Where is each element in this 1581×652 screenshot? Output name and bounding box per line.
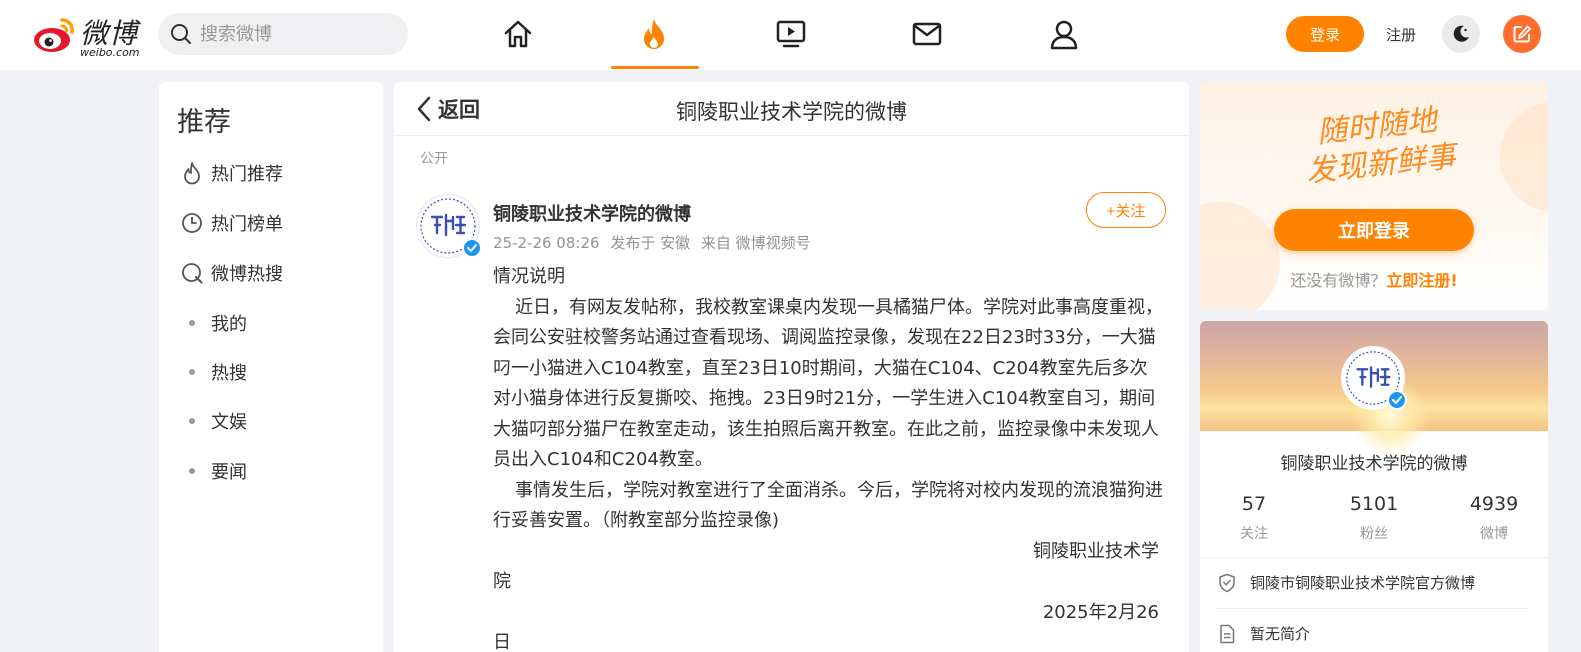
user-icon — [1050, 20, 1078, 50]
hot-flame-icon — [644, 19, 664, 49]
stat-number: 57 — [1241, 493, 1267, 515]
stat-label: 粉丝 — [1360, 526, 1388, 542]
sidebar-item-hot-search[interactable]: 微博热搜 — [179, 258, 283, 288]
post-paragraph: 近日，有网友发帖称，我校教室课桌内发现一具橘猫尸体。学院对此事高度重视，会同公安… — [493, 296, 1163, 471]
author-avatar[interactable] — [416, 194, 482, 258]
moon-icon — [1453, 25, 1469, 42]
verified-badge — [462, 238, 482, 258]
sidebar-item-label: 热门推荐 — [211, 164, 283, 185]
flame-outline-icon — [184, 162, 200, 185]
decor-blob — [1500, 102, 1548, 212]
nav-profile[interactable] — [1044, 14, 1084, 54]
page-title: 铜陵职业技术学院的微博 — [676, 100, 907, 124]
check-icon — [1392, 396, 1402, 404]
sidebar-item-mine[interactable]: 我的 — [179, 308, 247, 338]
stat-followers[interactable]: 5101 粉丝 — [1324, 493, 1424, 543]
decor-blob — [1200, 202, 1280, 310]
bullet-dot — [189, 369, 195, 375]
sidebar-item-label: 热搜 — [211, 363, 247, 384]
check-icon — [467, 244, 477, 252]
search-circle-icon — [182, 263, 203, 284]
stat-posts[interactable]: 4939 微博 — [1444, 493, 1544, 543]
post-signature: 铜陵职业技术学 — [1033, 540, 1159, 562]
stat-number: 4939 — [1469, 493, 1519, 515]
document-icon — [1220, 624, 1235, 643]
bullet-dot — [189, 320, 195, 326]
post-meta: 25-2-26 08:26 发布于 安徽 来自 微博视频号 — [493, 232, 817, 253]
weibo-eye-logo-icon — [34, 18, 74, 52]
bullet-dot — [189, 418, 195, 424]
profile-avatar[interactable] — [1341, 346, 1407, 410]
author-name[interactable]: 铜陵职业技术学院的微博 — [493, 200, 691, 226]
sidebar-item-label: 要闻 — [211, 462, 247, 483]
register-now-link[interactable]: 立即注册! — [1386, 271, 1457, 290]
register-link[interactable]: 注册 — [1386, 24, 1416, 45]
sidebar-item-entertainment[interactable]: 文娱 — [179, 406, 247, 436]
post-detail-header: 返回 铜陵职业技术学院的微博 — [394, 82, 1189, 136]
clock-icon — [182, 213, 202, 233]
profile-card: 铜陵职业技术学院的微博 57 关注 5101 粉丝 4939 微博 铜陵市铜陵职… — [1200, 321, 1548, 652]
stat-label: 关注 — [1240, 526, 1268, 542]
divider — [1200, 557, 1548, 558]
post-signature-wrap: 院 — [493, 571, 511, 592]
stat-following[interactable]: 57 关注 — [1204, 493, 1304, 543]
dark-mode-button[interactable] — [1442, 15, 1480, 53]
left-sidebar: 推荐 热门推荐 热门榜单 微博热搜 我的 热搜 文娱 要闻 — [159, 82, 383, 652]
stat-number: 5101 — [1349, 493, 1399, 515]
sidebar-title: 推荐 — [177, 107, 231, 138]
post-source: 来自 微博视频号 — [700, 234, 811, 252]
search-box[interactable] — [158, 13, 408, 55]
post-date: 2025年2月26 — [1042, 601, 1159, 623]
post-heading: 情况说明 — [493, 266, 565, 287]
search-input[interactable] — [200, 23, 390, 45]
login-now-button[interactable]: 立即登录 — [1274, 209, 1474, 251]
post-date-wrap: 日 — [493, 632, 511, 652]
compose-button[interactable] — [1503, 15, 1541, 53]
post-time[interactable]: 25-2-26 08:26 — [493, 234, 600, 252]
shield-check-icon — [1219, 573, 1235, 592]
sidebar-item-hot-recommend[interactable]: 热门推荐 — [179, 158, 283, 188]
verified-info: 铜陵市铜陵职业技术学院官方微博 — [1218, 572, 1475, 593]
verified-badge — [1387, 390, 1407, 410]
home-icon — [504, 20, 532, 48]
sidebar-item-trending[interactable]: 热搜 — [179, 357, 247, 387]
logo-domain: weibo.com — [80, 46, 140, 59]
post-paragraph: 事情发生后，学院对教室进行了全面消杀。今后，学院将对校内发现的流浪猫狗进行妥善安… — [493, 479, 1163, 532]
follow-button[interactable]: +关注 — [1086, 192, 1166, 228]
no-account-hint: 还没有微博？立即注册! — [1200, 267, 1548, 291]
top-navigation-bar: 微博 weibo.com 搜索微博 登录 注册 — [0, 0, 1581, 70]
intro-info: 暂无简介 — [1218, 623, 1310, 644]
visibility-label: 公开 — [420, 151, 448, 167]
stat-label: 微博 — [1480, 526, 1508, 542]
verified-text: 铜陵市铜陵职业技术学院官方微博 — [1250, 574, 1476, 592]
slogan: 随时随地 发现新鲜事 — [1281, 98, 1478, 193]
nav-messages[interactable] — [907, 14, 947, 54]
sidebar-item-news[interactable]: 要闻 — [179, 456, 247, 486]
nav-home[interactable] — [498, 14, 538, 54]
post-content: 情况说明 近日，有网友发帖称，我校教室课桌内发现一具橘猫尸体。学院对此事高度重视… — [493, 262, 1165, 652]
divider — [1216, 608, 1528, 609]
nav-video[interactable] — [771, 14, 811, 54]
login-button[interactable]: 登录 — [1286, 16, 1364, 52]
sidebar-item-label: 文娱 — [211, 412, 247, 433]
post-location: 发布于 安徽 — [610, 234, 691, 252]
nav-active-indicator — [611, 66, 699, 69]
sidebar-item-label: 微博热搜 — [211, 264, 283, 285]
sidebar-item-label: 热门榜单 — [211, 214, 283, 235]
bullet-dot — [189, 468, 195, 474]
edit-icon — [1513, 25, 1531, 43]
profile-name[interactable]: 铜陵职业技术学院的微博 — [1200, 449, 1548, 474]
post-detail-card: 返回 铜陵职业技术学院的微博 公开 铜陵职业技术学院的微博 25-2-26 08… — [394, 82, 1189, 652]
sidebar-item-hot-rank[interactable]: 热门榜单 — [179, 208, 283, 238]
weibo-logo[interactable]: 微博 weibo.com — [32, 10, 152, 59]
nav-hot[interactable] — [634, 14, 674, 54]
sidebar-item-label: 我的 — [211, 314, 247, 335]
login-promo-card: 随时随地 发现新鲜事 立即登录 还没有微博？立即注册! — [1200, 82, 1548, 310]
search-icon — [171, 24, 191, 44]
mail-icon — [912, 22, 942, 46]
intro-text: 暂无简介 — [1250, 625, 1311, 643]
video-icon — [776, 20, 806, 48]
no-account-text: 还没有微博？ — [1290, 271, 1387, 290]
